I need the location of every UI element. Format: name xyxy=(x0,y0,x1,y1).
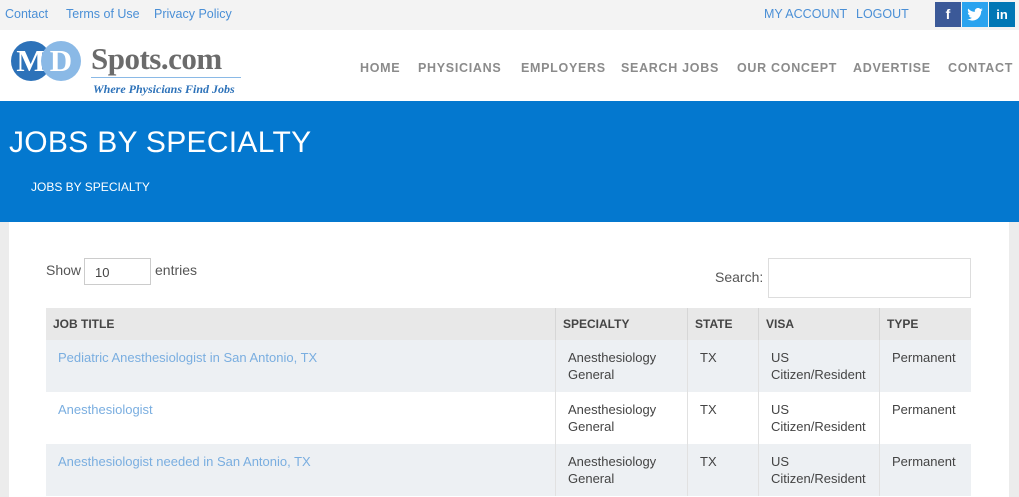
job-title-link[interactable]: Pediatric Anesthesiologist in San Antoni… xyxy=(58,350,317,365)
site-logo[interactable]: M D Spots.com Where Physicians Find Jobs xyxy=(9,39,249,99)
site-header: M D Spots.com Where Physicians Find Jobs… xyxy=(0,30,1019,101)
table-row: Anesthesiologist needed in San Antonio, … xyxy=(46,444,971,496)
page-banner: JOBS BY SPECIALTY JOBS BY SPECIALTY xyxy=(0,101,1019,222)
specialty-line-2: General xyxy=(568,419,615,434)
type-cell: Permanent xyxy=(879,444,971,496)
column-visa[interactable]: VISA xyxy=(758,308,879,340)
visa-cell: US Citizen/Resident xyxy=(758,444,879,496)
column-state[interactable]: STATE xyxy=(687,308,758,340)
specialty-cell: Anesthesiology General xyxy=(555,392,687,444)
search-label: Search: xyxy=(715,269,764,285)
facebook-icon[interactable]: f xyxy=(935,2,961,27)
type-cell: Permanent xyxy=(879,340,971,392)
my-account-link[interactable]: MY ACCOUNT xyxy=(764,7,847,21)
job-title-cell: Anesthesiologist needed in San Antonio, … xyxy=(46,444,555,496)
state-cell: TX xyxy=(687,392,758,444)
page-title: JOBS BY SPECIALTY xyxy=(9,126,312,159)
nav-employers[interactable]: EMPLOYERS xyxy=(521,61,606,75)
job-title-link[interactable]: Anesthesiologist xyxy=(58,402,153,417)
linkedin-icon[interactable]: in xyxy=(989,2,1015,27)
entries-select[interactable]: 10 xyxy=(84,258,151,285)
logo-divider xyxy=(91,77,241,78)
contact-link[interactable]: Contact xyxy=(5,7,48,21)
show-label: Show xyxy=(46,262,82,278)
job-title-cell: Anesthesiologist xyxy=(46,392,555,444)
column-job-title[interactable]: JOB TITLE xyxy=(46,308,555,340)
privacy-policy-link[interactable]: Privacy Policy xyxy=(154,7,232,21)
entries-label: entries xyxy=(155,262,198,278)
type-cell: Permanent xyxy=(879,392,971,444)
specialty-line-1: Anesthesiology xyxy=(568,350,657,365)
nav-contact[interactable]: CONTACT xyxy=(948,61,1013,75)
column-specialty[interactable]: SPECIALTY xyxy=(555,308,687,340)
specialty-cell: Anesthesiology General xyxy=(555,340,687,392)
top-utility-bar: Contact Terms of Use Privacy Policy MY A… xyxy=(0,0,1019,30)
logo-tagline: Where Physicians Find Jobs xyxy=(93,82,235,96)
specialty-cell: Anesthesiology General xyxy=(555,444,687,496)
visa-line-1: US xyxy=(771,454,790,469)
specialty-line-1: Anesthesiology xyxy=(568,402,657,417)
visa-line-2: Citizen/Resident xyxy=(771,367,866,382)
content-card: Show 10 entries Search: JOB TITLE SPECIA… xyxy=(9,222,1009,497)
logo-wordmark: Spots.com xyxy=(91,41,222,76)
job-title-cell: Pediatric Anesthesiologist in San Antoni… xyxy=(46,340,555,392)
visa-line-2: Citizen/Resident xyxy=(771,471,866,486)
search-input[interactable] xyxy=(768,258,971,298)
visa-cell: US Citizen/Resident xyxy=(758,340,879,392)
specialty-line-2: General xyxy=(568,471,615,486)
twitter-icon[interactable] xyxy=(962,2,988,27)
nav-search-jobs[interactable]: SEARCH JOBS xyxy=(621,61,719,75)
table-row: Anesthesiologist Anesthesiology General … xyxy=(46,392,971,444)
specialty-line-1: Anesthesiology xyxy=(568,454,657,469)
logo-d-circle: D xyxy=(41,41,81,81)
nav-home[interactable]: HOME xyxy=(360,61,400,75)
state-cell: TX xyxy=(687,444,758,496)
table-row: Pediatric Anesthesiologist in San Antoni… xyxy=(46,340,971,392)
visa-line-2: Citizen/Resident xyxy=(771,419,866,434)
job-title-link[interactable]: Anesthesiologist needed in San Antonio, … xyxy=(58,454,311,469)
nav-our-concept[interactable]: OUR CONCEPT xyxy=(737,61,837,75)
terms-of-use-link[interactable]: Terms of Use xyxy=(66,7,140,21)
nav-advertise[interactable]: ADVERTISE xyxy=(853,61,931,75)
visa-line-1: US xyxy=(771,350,790,365)
state-cell: TX xyxy=(687,340,758,392)
breadcrumb[interactable]: JOBS BY SPECIALTY xyxy=(31,180,150,194)
logout-link[interactable]: LOGOUT xyxy=(856,7,909,21)
nav-physicians[interactable]: PHYSICIANS xyxy=(418,61,501,75)
column-type[interactable]: TYPE xyxy=(879,308,971,340)
specialty-line-2: General xyxy=(568,367,615,382)
visa-line-1: US xyxy=(771,402,790,417)
table-header: JOB TITLE SPECIALTY STATE VISA TYPE xyxy=(46,308,971,340)
visa-cell: US Citizen/Resident xyxy=(758,392,879,444)
